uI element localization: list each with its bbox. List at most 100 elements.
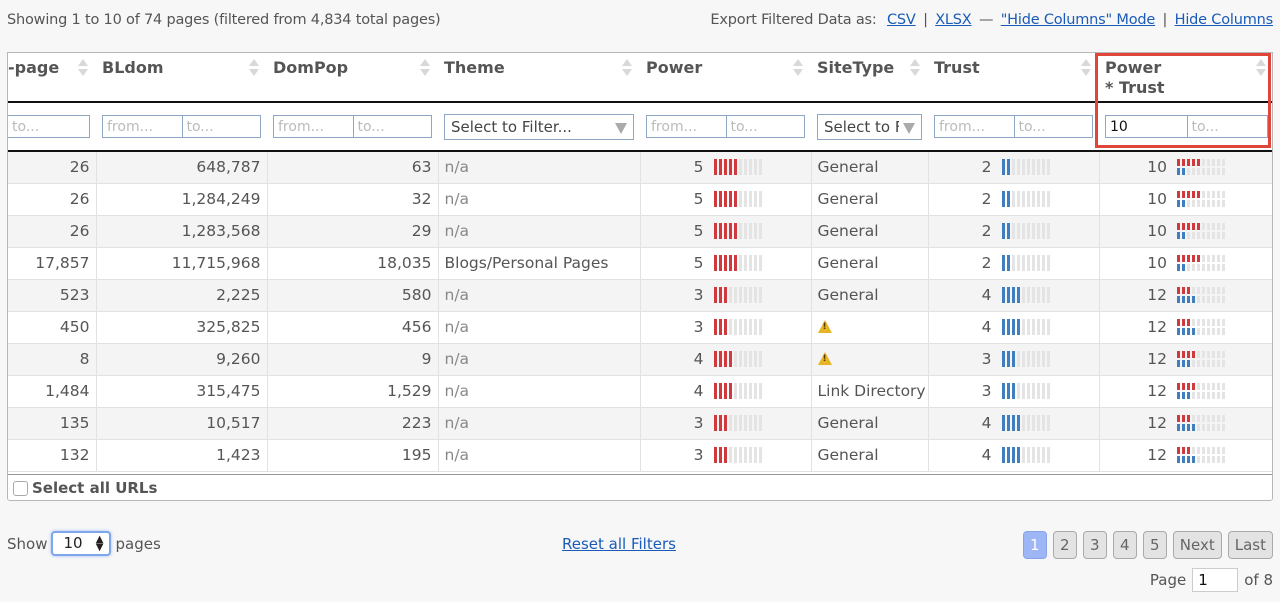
column-header-power-trust[interactable]: Power * Trust (1099, 53, 1272, 103)
table-row[interactable]: 523 2,225 580 n/a 3 General 4 12 (8, 279, 1272, 312)
bar-segment (758, 159, 762, 176)
dompop-from-input[interactable] (274, 116, 353, 137)
bar-segment (1202, 255, 1205, 262)
page-button-3[interactable]: 3 (1082, 531, 1107, 559)
bar-segment (1001, 447, 1005, 463)
column-header-trust[interactable]: Trust (928, 53, 1099, 103)
page-length-select[interactable]: 10 ▲ ▼ (51, 531, 112, 556)
sort-icon[interactable] (622, 58, 632, 78)
table-row[interactable]: 89,2609n/a 4 3 12 (8, 343, 1272, 376)
bar-segment (1026, 223, 1030, 239)
sort-icon[interactable] (910, 58, 920, 78)
last-page-button[interactable]: Last (1227, 531, 1273, 559)
bar-segment (1016, 351, 1020, 367)
select-all-checkbox[interactable] (13, 480, 28, 496)
power-bar-row (1177, 447, 1230, 454)
page-to-input[interactable] (8, 116, 89, 137)
bar-segment (1192, 255, 1195, 262)
cell-power: 5 (640, 151, 812, 184)
power-trust-to-input[interactable] (1186, 116, 1267, 137)
bar-segment (733, 287, 737, 303)
export-xlsx-link[interactable]: XLSX (935, 12, 972, 28)
table-row[interactable]: 17,857 11,715,968 18,035 Blogs/Personal Pag… (8, 247, 1272, 280)
bar-segment (748, 191, 752, 207)
bar-segment (1222, 296, 1225, 303)
power-to-input[interactable] (725, 116, 804, 137)
bldom-to-input[interactable] (181, 116, 260, 137)
page-count-label: of 8 (1244, 571, 1273, 589)
table-row[interactable]: 26 1,284,249 32 n/a 5 General 2 10 (8, 183, 1272, 216)
bar-segment (1192, 191, 1195, 198)
table-row[interactable]: 26 1,283,568 29 n/a 5 General 2 10 (8, 215, 1272, 248)
bar-segment (1182, 200, 1185, 207)
bar-segment (1202, 223, 1205, 230)
bar-segment (728, 319, 732, 335)
bar-segment (718, 223, 722, 239)
power-from-input[interactable] (647, 116, 726, 137)
page-button-5[interactable]: 5 (1142, 531, 1167, 559)
page-button-2[interactable]: 2 (1052, 531, 1077, 559)
bar-segment (1182, 287, 1185, 294)
bar-segment (718, 159, 722, 176)
bar-segment (1177, 296, 1180, 303)
sort-icon[interactable] (249, 58, 259, 78)
sort-icon[interactable] (793, 58, 803, 78)
select-all-label[interactable]: Select all URLs (32, 479, 157, 497)
bar-segment (723, 319, 727, 335)
bar-segment (723, 351, 727, 367)
cell-dompop: 195 (267, 439, 439, 472)
select-all-row[interactable]: Select all URLs (8, 474, 1272, 500)
bar-segment (728, 191, 732, 207)
column-header-page[interactable]: -page (8, 53, 96, 103)
bar-segment (1011, 447, 1015, 463)
bar-segment (1202, 232, 1205, 239)
sort-icon[interactable] (420, 58, 430, 78)
next-page-button[interactable]: Next (1172, 531, 1222, 559)
reset-filters-link[interactable]: Reset all Filters (562, 535, 676, 553)
bar-segment (1036, 287, 1040, 303)
column-header-power[interactable]: Power (640, 53, 811, 103)
bar-segment (1016, 159, 1020, 176)
cell-power: 3 (640, 279, 812, 312)
bar-segment (723, 447, 727, 463)
bar-segment (753, 223, 757, 239)
hide-columns-link[interactable]: Hide Columns (1175, 12, 1274, 28)
sort-icon[interactable] (78, 58, 88, 78)
bar-segment (1187, 424, 1190, 431)
bar-segment (1021, 351, 1025, 367)
bar-segment (1222, 223, 1225, 230)
sitetype-filter-select[interactable]: Select to F (817, 113, 922, 140)
table-row[interactable]: 450325,825456n/a 3 4 12 (8, 311, 1272, 344)
export-csv-link[interactable]: CSV (887, 12, 916, 28)
page-button-1[interactable]: 1 (1022, 531, 1047, 559)
page-button-4[interactable]: 4 (1112, 531, 1137, 559)
column-header-bldom[interactable]: BLdom (96, 53, 267, 103)
bar-segment (1202, 200, 1205, 207)
trust-from-input[interactable] (935, 116, 1014, 137)
dompop-to-input[interactable] (352, 116, 431, 137)
page-number-input[interactable] (1192, 568, 1239, 592)
bldom-from-input[interactable] (103, 116, 182, 137)
table-row[interactable]: 132 1,423 195 n/a 3 General 4 12 (8, 439, 1272, 472)
bar-segment (1046, 159, 1050, 176)
hide-columns-mode-link[interactable]: "Hide Columns" Mode (1001, 12, 1156, 28)
power-trust-from-input[interactable] (1106, 116, 1187, 137)
bar-segment (1041, 319, 1045, 335)
bar-segment (1207, 200, 1210, 207)
table-row[interactable]: 26 648,787 63 n/a 5 General 2 10 (8, 151, 1272, 184)
cell-page: 523 (8, 279, 97, 312)
column-header-sitetype[interactable]: SiteType (811, 53, 928, 103)
table-row[interactable]: 135 10,517 223 n/a 3 General 4 12 (8, 407, 1272, 440)
trust-to-input[interactable] (1013, 116, 1092, 137)
table-row[interactable]: 1,484 315,475 1,529 n/a 4 Link Directory 3 12 (8, 375, 1272, 408)
theme-filter-select[interactable]: Select to Filter... (444, 113, 634, 140)
cell-trust: 2 (928, 215, 1100, 248)
column-header-theme[interactable]: Theme (438, 53, 640, 103)
bar-segment (713, 351, 717, 367)
cell-sitetype (811, 311, 929, 344)
sort-icon[interactable] (1081, 58, 1091, 78)
sort-icon[interactable] (1256, 58, 1266, 78)
bar-segment (748, 351, 752, 367)
column-header-dompop[interactable]: DomPop (267, 53, 438, 103)
bar-segment (1182, 319, 1185, 326)
